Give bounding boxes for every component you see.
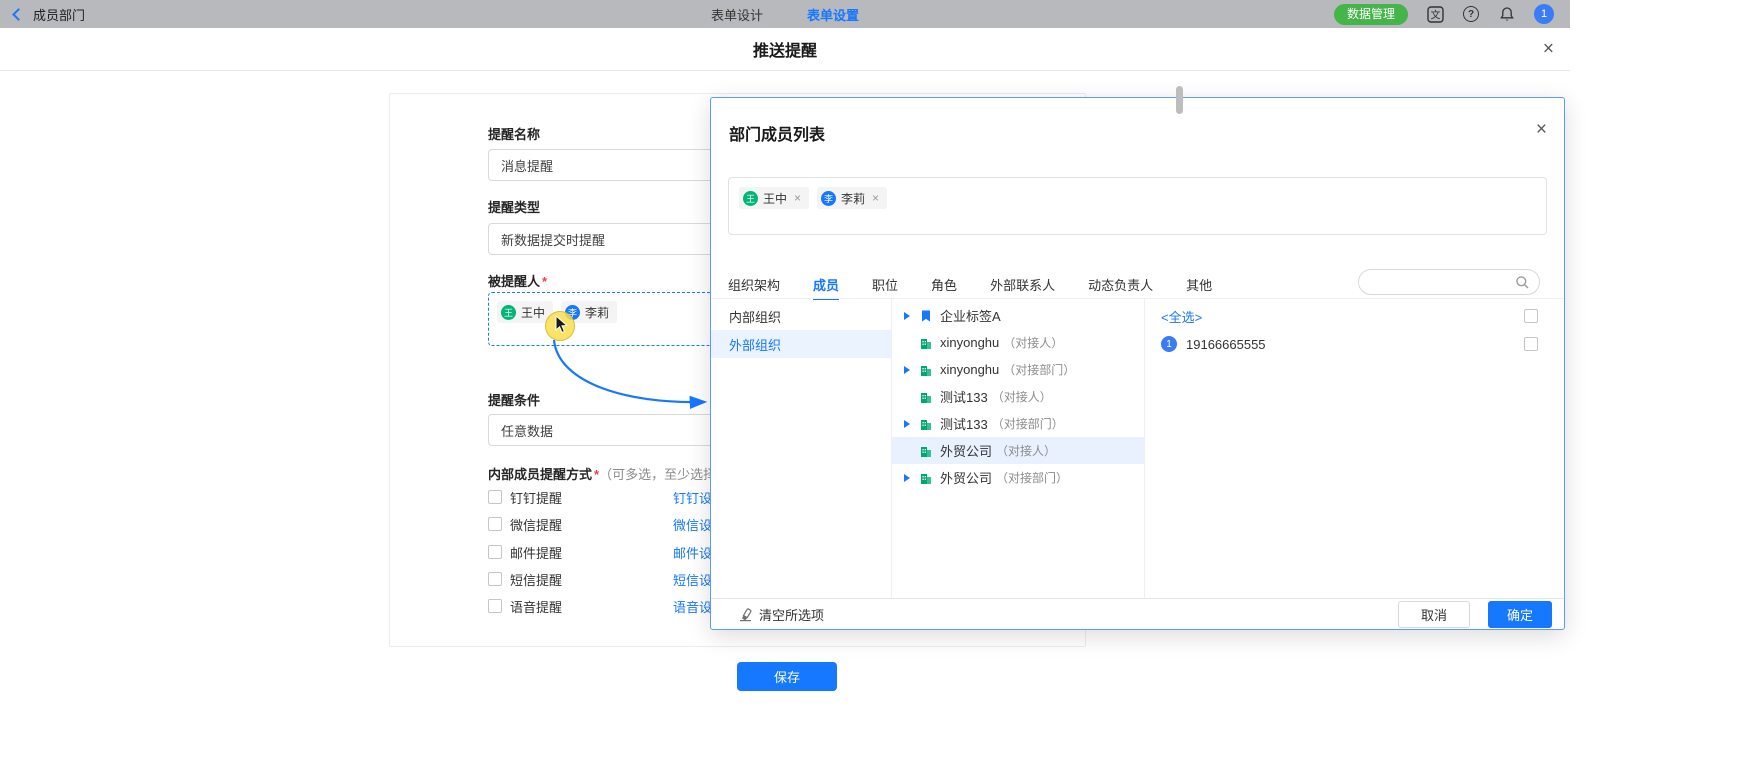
reminded-person-label: 被提醒人* [488,271,547,290]
svg-text:文: 文 [1430,8,1440,21]
org-tree: 企业标签A xinyonghu （对接人） xinyonghu [892,299,1145,598]
tree-item-selected[interactable]: 外贸公司 （对接人） [892,437,1144,464]
help-icon[interactable]: ? [1462,5,1480,23]
tree-item[interactable]: xinyonghu （对接部门） [892,356,1144,383]
member-avatar: 1 [1161,336,1177,352]
tab-position[interactable]: 职位 [872,268,898,300]
required-asterisk: * [542,274,547,289]
selected-member-tag[interactable]: 王 王中 × [739,187,809,209]
tab-dynamic-owner[interactable]: 动态负责人 [1088,268,1153,300]
remove-tag-icon[interactable]: × [872,191,879,205]
mouse-cursor-icon [553,315,569,335]
member-row[interactable]: 1 19166665555 [1145,330,1564,358]
member-phone: 19166665555 [1186,337,1266,352]
building-icon [919,417,933,431]
scrollbar-thumb[interactable] [1176,86,1183,114]
app-window: 成员部门 表单设计 表单设置 数据管理 文 ? 1 推送提醒 × 提醒名称 提醒… [0,0,1570,781]
member-list-modal: 部门成员列表 × 王 王中 × 李 李莉 × 组织架构 成员 职位 角色 外部联… [710,97,1565,630]
modal-columns: 内部组织 外部组织 企业标签A xinyonghu [711,298,1564,598]
condition-label: 提醒条件 [488,390,540,409]
confirm-button[interactable]: 确定 [1488,601,1552,628]
clear-selection-button[interactable]: 清空所选项 [738,605,824,624]
page-close-icon[interactable]: × [1543,40,1554,59]
building-icon [919,363,933,377]
page-title: 推送提醒 [753,37,817,61]
clear-icon [738,607,753,622]
data-manage-button[interactable]: 数据管理 [1334,4,1408,25]
tab-org-structure[interactable]: 组织架构 [728,268,780,300]
tab-other[interactable]: 其他 [1186,268,1212,300]
member-name: 李莉 [841,190,865,207]
member-name: 李莉 [585,304,609,321]
search-icon[interactable] [1515,275,1530,290]
tab-external-contacts[interactable]: 外部联系人 [990,268,1055,300]
modal-footer: 清空所选项 取消 确定 [711,598,1564,630]
caret-spacer [904,437,919,464]
tab-members[interactable]: 成员 [813,268,839,300]
expand-icon[interactable] [904,410,919,437]
email-checkbox[interactable] [488,545,502,559]
user-avatar[interactable]: 1 [1534,4,1554,24]
bell-icon[interactable] [1498,5,1516,23]
tree-item[interactable]: 测试133 （对接人） [892,383,1144,410]
modal-search-box [1358,269,1540,295]
tree-item[interactable]: 测试133 （对接部门） [892,410,1144,437]
translate-icon[interactable]: 文 [1426,5,1444,23]
modal-title: 部门成员列表 [729,121,825,145]
save-button[interactable]: 保存 [737,662,837,691]
remove-tag-icon[interactable]: × [794,191,801,205]
select-all-checkbox[interactable] [1524,309,1538,323]
select-all-row: <全选> [1145,302,1564,330]
member-tag[interactable]: 王 王中 [497,301,553,323]
member-name: 王中 [763,190,787,207]
tab-form-design[interactable]: 表单设计 [711,5,763,24]
dingtalk-checkbox[interactable] [488,490,502,504]
search-input[interactable] [1371,271,1511,293]
expand-icon[interactable] [904,302,919,329]
caret-spacer [904,329,919,356]
member-avatar: 李 [821,191,836,206]
org-type-list: 内部组织 外部组织 [711,299,892,598]
tree-item[interactable]: 企业标签A [892,302,1144,329]
tag-icon [919,309,933,323]
page-breadcrumb: 成员部门 [33,5,85,24]
back-icon[interactable] [12,8,25,21]
building-icon [919,444,933,458]
org-item-external[interactable]: 外部组织 [711,330,891,358]
building-icon [919,336,933,350]
reminder-type-label: 提醒类型 [488,197,540,216]
building-icon [919,471,933,485]
tree-item[interactable]: 外贸公司 （对接部门） [892,464,1144,491]
selected-member-tag[interactable]: 李 李莉 × [817,187,887,209]
member-avatar: 王 [743,191,758,206]
expand-icon[interactable] [904,356,919,383]
wechat-checkbox[interactable] [488,517,502,531]
building-icon [919,390,933,404]
member-name: 王中 [521,304,545,321]
voice-checkbox[interactable] [488,599,502,613]
member-avatar: 王 [501,305,516,320]
tab-form-settings[interactable]: 表单设置 [807,5,859,24]
member-checkbox[interactable] [1524,337,1538,351]
sms-checkbox[interactable] [488,572,502,586]
tab-role[interactable]: 角色 [931,268,957,300]
modal-close-icon[interactable]: × [1536,120,1547,139]
modal-tabs: 组织架构 成员 职位 角色 外部联系人 动态负责人 其他 [728,268,1245,300]
cancel-button[interactable]: 取消 [1398,601,1470,628]
tree-item[interactable]: xinyonghu （对接人） [892,329,1144,356]
select-all-link[interactable]: <全选> [1161,307,1202,326]
topbar: 成员部门 表单设计 表单设置 数据管理 文 ? 1 [0,0,1570,28]
member-panel: <全选> 1 19166665555 [1145,299,1564,598]
page-header: 推送提醒 × [0,28,1570,71]
expand-icon[interactable] [904,464,919,491]
selected-members-box: 王 王中 × 李 李莉 × [728,177,1547,235]
reminder-name-label: 提醒名称 [488,124,540,143]
caret-spacer [904,383,919,410]
org-item-internal[interactable]: 内部组织 [711,302,891,330]
